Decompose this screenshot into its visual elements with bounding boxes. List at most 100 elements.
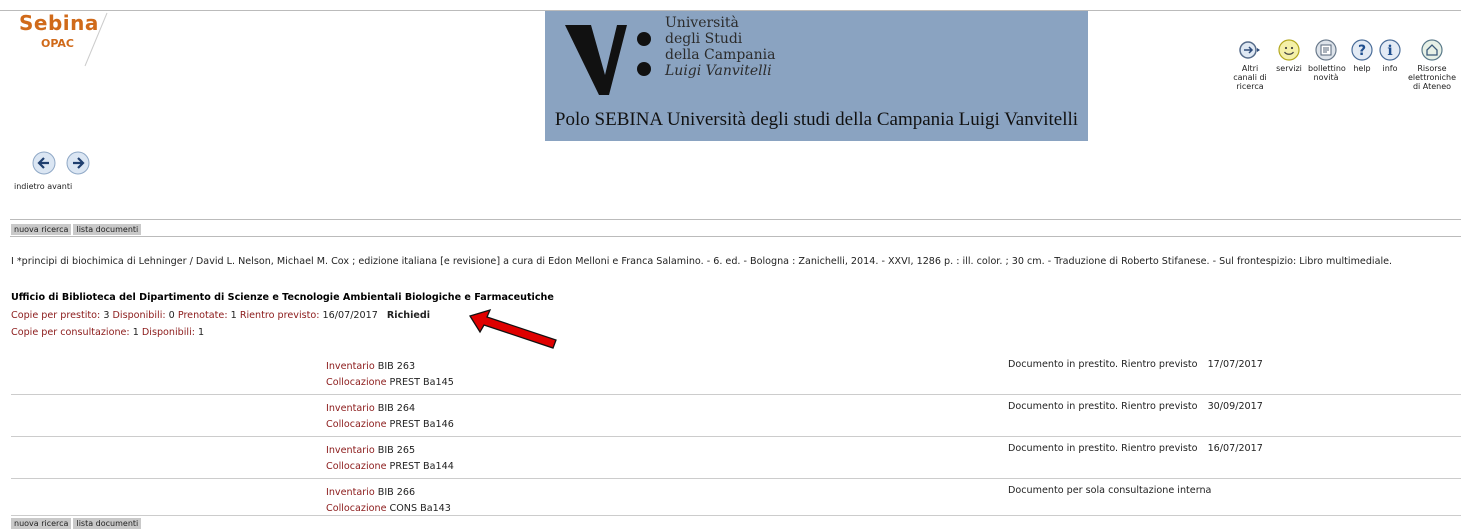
consult-copies-label: Copie per consultazione: xyxy=(11,327,130,338)
tool-altri-canali[interactable]: Altri canali di ricerca xyxy=(1232,38,1268,91)
university-line-3: della Campania xyxy=(665,47,776,63)
collocation-label: Collocazione xyxy=(326,461,387,472)
item-status: Documento in prestito. Rientro previsto 1… xyxy=(1008,359,1263,370)
request-link[interactable]: Richiedi xyxy=(387,310,430,321)
status-date: 17/07/2017 xyxy=(1207,359,1263,370)
inventory-value: BIB 264 xyxy=(377,403,416,414)
collocation-label: Collocazione xyxy=(326,419,387,430)
row-divider xyxy=(11,436,1461,437)
consult-copies-line: Copie per consultazione: 1 Disponibili: … xyxy=(11,327,204,338)
consult-copies-value: 1 xyxy=(132,327,139,338)
collocation-value: CONS Ba143 xyxy=(389,503,451,514)
university-line-2: degli Studi xyxy=(665,31,743,47)
tool-label: Risorse elettroniche di Ateneo xyxy=(1407,64,1457,91)
tool-label: servizi xyxy=(1276,64,1302,73)
forward-arrow-icon[interactable] xyxy=(66,151,90,175)
banner-caption: Polo SEBINA Università degli studi della… xyxy=(554,109,1079,130)
inventory-label: Inventario xyxy=(326,487,375,498)
table-row: Inventario BIB 265 Collocazione PREST Ba… xyxy=(11,439,1461,477)
tool-bollettino[interactable]: bollettino novità xyxy=(1308,38,1346,82)
status-date: 16/07/2017 xyxy=(1207,443,1263,454)
red-arrow-annotation xyxy=(468,308,557,349)
doc-list-tab[interactable]: lista documenti xyxy=(73,518,142,529)
status-text: Documento in prestito. Rientro previsto xyxy=(1008,401,1198,412)
status-text: Documento per sola consultazione interna xyxy=(1008,485,1212,496)
university-line-4: Luigi Vanvitelli xyxy=(665,63,772,79)
sebina-opac-logo[interactable]: Sebina OPAC xyxy=(15,11,115,71)
item-status: Documento in prestito. Rientro previsto 1… xyxy=(1008,443,1263,454)
table-row: Inventario BIB 266 Collocazione CONS Ba1… xyxy=(11,481,1461,519)
tool-label: Altri canali di ricerca xyxy=(1233,64,1267,91)
collocation-label: Collocazione xyxy=(326,377,387,388)
university-line-1: Università xyxy=(665,15,739,31)
row-divider xyxy=(11,515,1461,516)
item-inventory: Inventario BIB 264 Collocazione PREST Ba… xyxy=(326,401,454,433)
loan-reserved-label: Prenotate: xyxy=(177,310,228,321)
consult-available-value: 1 xyxy=(198,327,205,338)
row-divider xyxy=(11,478,1461,479)
item-inventory: Inventario BIB 263 Collocazione PREST Ba… xyxy=(326,359,454,391)
inventory-label: Inventario xyxy=(326,361,375,372)
logo-title: Sebina xyxy=(19,11,99,35)
item-status: Documento per sola consultazione interna xyxy=(1008,485,1221,496)
library-office: Ufficio di Biblioteca del Dipartimento d… xyxy=(11,292,554,303)
collocation-label: Collocazione xyxy=(326,503,387,514)
inventory-value: BIB 263 xyxy=(377,361,416,372)
loan-reserved-value: 1 xyxy=(230,310,237,321)
inventory-value: BIB 266 xyxy=(377,487,416,498)
loan-copies-label: Copie per prestito: xyxy=(11,310,101,321)
tool-servizi[interactable]: servizi xyxy=(1274,38,1304,73)
divider xyxy=(10,219,1461,220)
row-divider xyxy=(11,394,1461,395)
home-icon xyxy=(1421,39,1443,61)
table-row: Inventario BIB 264 Collocazione PREST Ba… xyxy=(11,397,1461,435)
smiley-icon xyxy=(1278,39,1300,61)
item-inventory: Inventario BIB 266 Collocazione CONS Ba1… xyxy=(326,485,451,517)
record-description: I *principi di biochimica di Lehninger /… xyxy=(11,256,1393,267)
vanvitelli-v-logo xyxy=(565,25,651,95)
divider xyxy=(10,236,1461,237)
loan-available-label: Disponibili: xyxy=(112,310,166,321)
table-row: Inventario BIB 263 Collocazione PREST Ba… xyxy=(11,355,1461,393)
back-arrow-icon[interactable] xyxy=(32,151,56,175)
status-text: Documento in prestito. Rientro previsto xyxy=(1008,359,1198,370)
back-label[interactable]: indietro xyxy=(14,182,45,191)
inventory-label: Inventario xyxy=(326,445,375,456)
new-search-tab[interactable]: nuova ricerca xyxy=(11,518,72,529)
loan-available-value: 0 xyxy=(168,310,175,321)
logo-subtitle: OPAC xyxy=(41,37,74,50)
doc-list-tab[interactable]: lista documenti xyxy=(73,224,142,235)
loan-copies-line: Copie per prestito: 3 Disponibili: 0 Pre… xyxy=(11,310,430,321)
forward-label[interactable]: avanti xyxy=(47,182,72,191)
newspaper-icon xyxy=(1315,39,1337,61)
consult-available-label: Disponibili: xyxy=(141,327,195,338)
nav-labels: indietro avanti xyxy=(14,182,72,191)
tool-label: help xyxy=(1353,64,1371,73)
item-inventory: Inventario BIB 265 Collocazione PREST Ba… xyxy=(326,443,454,475)
item-status: Documento in prestito. Rientro previsto 3… xyxy=(1008,401,1263,412)
tool-help[interactable]: ? help xyxy=(1350,38,1374,73)
svg-text:?: ? xyxy=(1358,43,1366,59)
collocation-value: PREST Ba144 xyxy=(389,461,454,472)
loan-return-date: 16/07/2017 xyxy=(322,310,378,321)
loan-copies-value: 3 xyxy=(103,310,110,321)
status-text: Documento in prestito. Rientro previsto xyxy=(1008,443,1198,454)
tabs-top: nuova ricerca lista documenti xyxy=(11,224,143,235)
tool-label: info xyxy=(1382,64,1398,73)
tool-label: bollettino novità xyxy=(1308,64,1346,82)
help-icon: ? xyxy=(1351,39,1373,61)
university-banner: Università degli Studi della Campania Lu… xyxy=(545,11,1088,141)
info-icon: i xyxy=(1379,39,1401,61)
loan-return-label: Rientro previsto: xyxy=(239,310,320,321)
tool-info[interactable]: i info xyxy=(1378,38,1402,73)
status-date: 30/09/2017 xyxy=(1207,401,1263,412)
collocation-value: PREST Ba146 xyxy=(389,419,454,430)
tool-risorse[interactable]: Risorse elettroniche di Ateneo xyxy=(1404,38,1460,91)
tabs-bottom: nuova ricerca lista documenti xyxy=(11,518,143,529)
new-search-tab[interactable]: nuova ricerca xyxy=(11,224,72,235)
collocation-value: PREST Ba145 xyxy=(389,377,454,388)
svg-text:i: i xyxy=(1387,43,1392,59)
search-channels-icon xyxy=(1239,41,1260,59)
inventory-label: Inventario xyxy=(326,403,375,414)
university-name: Università degli Studi della Campania Lu… xyxy=(665,15,775,79)
